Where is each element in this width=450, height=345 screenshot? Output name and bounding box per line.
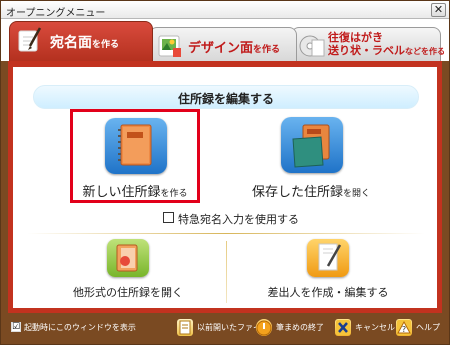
folder-book-icon [281,117,343,173]
footer-bar: ☑ 起動時にこのウィンドウを表示 以前開いたファイル 筆まめの終了 キャンセル … [1,313,449,344]
opening-menu-window: オープニングメニュー ✕ 宛名面を作る デザイン面を作る 往復はがき 送り状・ラ… [0,0,450,345]
window-title: オープニングメニュー [6,8,106,19]
saved-address-book-sub: を開く [343,189,371,199]
close-button[interactable]: ✕ [431,3,446,17]
tab-return-postcard[interactable]: 往復はがき 送り状・ラベルなどを作る [291,27,445,61]
tab-return-label: 往復はがき 送り状・ラベルなどを作る [328,31,445,58]
startup-show-checkbox[interactable]: ☑ [11,322,21,332]
section-header: 住所録を編集する [33,85,419,109]
tab-address-sub: を作る [92,40,120,50]
exit-label: 筆まめの終了 [276,323,324,332]
svg-text:?: ? [402,325,406,334]
new-address-book-label: 新しい住所録を作る [73,181,197,200]
express-input-checkbox[interactable] [163,212,174,223]
vertical-divider [226,241,227,303]
pen-card-icon [18,27,42,52]
tab-address-side[interactable]: 宛名面を作る [9,21,153,61]
cancel-label: キャンセル [355,323,395,332]
tab-design-sub: を作る [253,45,281,55]
new-address-book-icon [105,118,167,174]
sender-card-icon [307,239,349,277]
main-panel: 住所録を編集する 新しい住所録を作る 保存した住所録を開く 特急宛名入力を使用す… [8,61,442,313]
tab-design-side[interactable]: デザイン面を作る [149,27,297,61]
title-bar: オープニングメニュー ✕ [1,1,449,19]
tab-design-label: デザイン面を作る [188,37,280,56]
photo-card-icon [158,35,181,57]
saved-address-book-button[interactable]: 保存した住所録を開く [241,113,381,200]
power-icon [256,319,272,336]
tab-return-line2: 送り状・ラベル [328,44,405,57]
tab-return-line1: 往復はがき [328,31,383,44]
tab-strip: 宛名面を作る デザイン面を作る 往復はがき 送り状・ラベルなどを作る [1,19,449,61]
new-address-book-button[interactable]: 新しい住所録を作る [70,109,200,203]
saved-address-book-label: 保存した住所録を開く [241,181,381,200]
edit-sender-label: 差出人を作成・編集する [267,286,389,299]
cancel-x-icon [335,319,351,336]
help-label: ヘルプ [416,323,440,332]
tab-return-sub: などを作る [405,47,445,56]
help-icon: ? [396,319,412,336]
new-address-book-sub: を作る [160,189,188,199]
open-other-format-label: 他形式の住所録を開く [73,286,183,299]
express-input-label: 特急宛名入力を使用する [178,213,299,226]
open-other-format-button[interactable]: 他形式の住所録を開く [53,239,203,301]
tab-address-label: 宛名面を作る [50,32,119,52]
edit-sender-button[interactable]: 差出人を作成・編集する [253,239,403,301]
new-address-book-text: 新しい住所録 [82,185,161,200]
disc-postcard-icon [299,35,325,57]
tab-design-text: デザイン面 [188,41,254,56]
import-book-icon [107,239,149,277]
horizontal-divider [27,233,425,234]
file-list-icon [177,319,193,336]
tab-address-text: 宛名面 [50,35,92,51]
startup-show-label: 起動時にこのウィンドウを表示 [24,323,136,332]
saved-address-book-text: 保存した住所録 [251,185,343,200]
section-title: 住所録を編集する [177,92,274,106]
